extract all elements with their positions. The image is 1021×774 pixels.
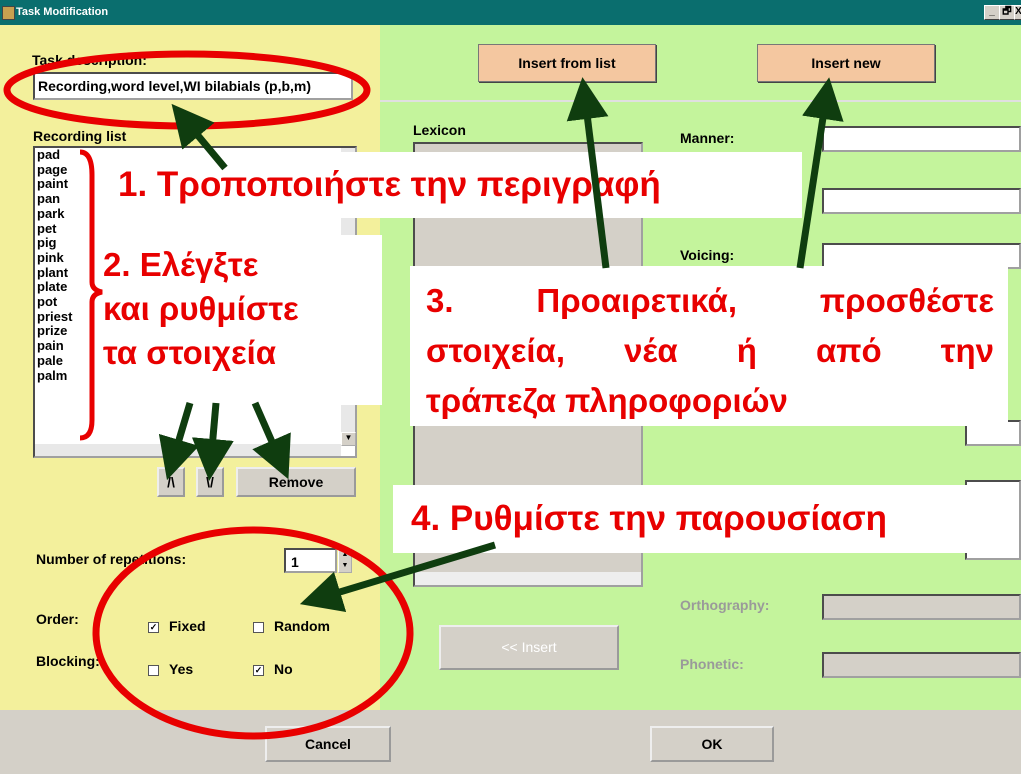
description-highlight-ellipse [3, 50, 371, 130]
arrow-to-down-button [191, 402, 234, 481]
arrow-to-insert-new [796, 77, 844, 269]
presentation-highlight-ellipse [92, 526, 414, 740]
list-bracket [79, 149, 103, 441]
arrow-to-remove-button [251, 401, 291, 480]
annotation-overlay [3, 50, 844, 740]
arrow-to-up-button [158, 401, 200, 481]
arrow-to-insert-from-list [566, 77, 610, 269]
